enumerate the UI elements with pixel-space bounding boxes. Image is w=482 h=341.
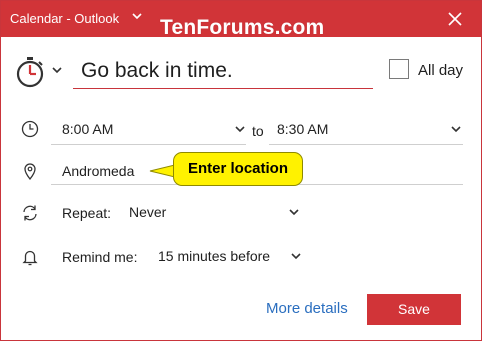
start-time-value[interactable]: 8:00 AM [62,121,113,137]
remind-value[interactable]: 15 minutes before [158,248,270,264]
time-separator: to [252,123,264,139]
repeat-label: Repeat: [62,205,112,221]
end-time-underline [269,144,463,145]
repeat-icon [23,205,37,221]
watermark: TenForums.com [160,16,325,39]
end-time-value[interactable]: 8:30 AM [277,121,328,137]
chevron-down-icon[interactable] [288,206,300,218]
title-bar: Calendar - Outlook TenForums.com [1,1,481,39]
stopwatch-icon[interactable] [15,56,45,88]
chevron-down-icon[interactable] [234,123,246,135]
location-input[interactable]: Andromeda [62,163,134,179]
enter-location-callout: Enter location [173,152,303,186]
all-day-checkbox[interactable] [389,59,409,79]
window-title: Calendar - Outlook [10,11,120,26]
save-button[interactable]: Save [367,294,461,325]
repeat-value[interactable]: Never [129,204,166,220]
clock-icon [21,120,39,138]
chevron-down-icon[interactable] [131,10,143,22]
start-time-underline [51,144,246,145]
subject-input[interactable]: Go back in time. [73,56,373,89]
bell-icon [22,250,38,266]
remind-label: Remind me: [62,249,138,265]
event-window: Calendar - Outlook TenForums.com Go back… [0,0,482,341]
close-icon[interactable] [442,7,468,31]
all-day-label: All day [418,62,464,79]
chevron-down-icon[interactable] [290,250,302,262]
chevron-down-icon[interactable] [450,123,462,135]
chevron-down-icon[interactable] [51,64,63,76]
location-pin-icon [24,163,36,180]
more-details-link[interactable]: More details [266,300,348,317]
